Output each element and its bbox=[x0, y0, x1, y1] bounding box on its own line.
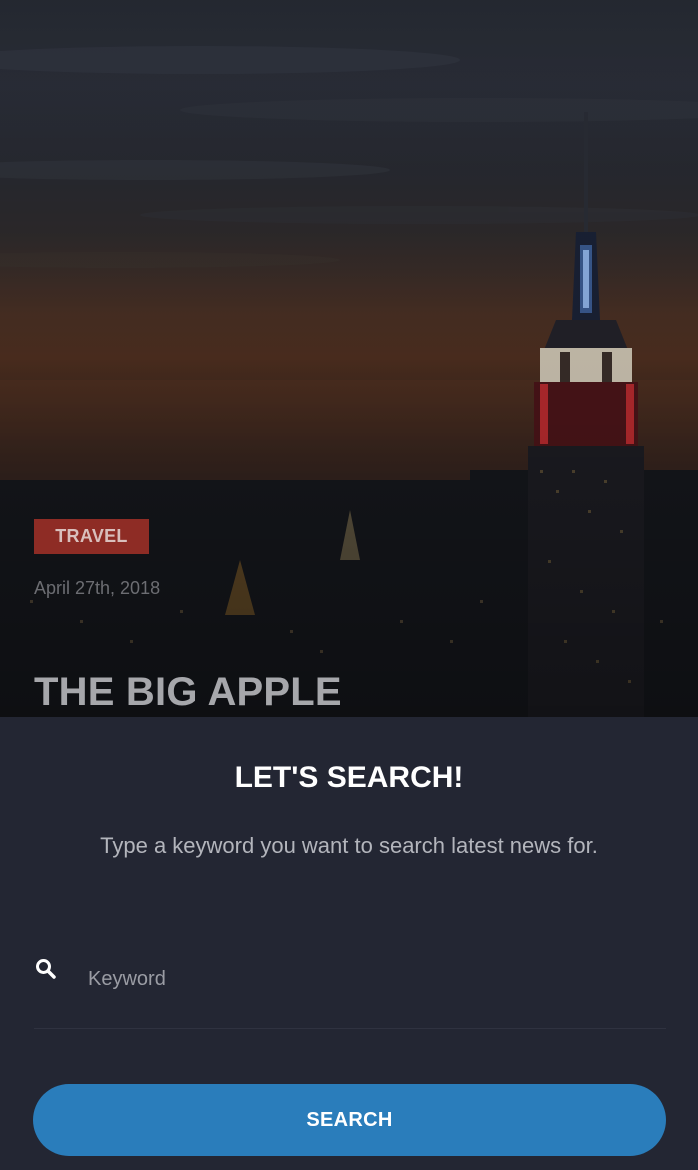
category-badge[interactable]: TRAVEL bbox=[34, 519, 149, 554]
search-field bbox=[34, 945, 666, 1029]
hero-section: TRAVEL April 27th, 2018 THE BIG APPLE bbox=[0, 0, 698, 717]
page: TRAVEL April 27th, 2018 THE BIG APPLE LE… bbox=[0, 0, 698, 1170]
keyword-input[interactable] bbox=[88, 961, 658, 997]
search-heading: LET'S SEARCH! bbox=[234, 761, 464, 794]
search-icon bbox=[34, 957, 58, 981]
post-title[interactable]: THE BIG APPLE bbox=[34, 670, 342, 715]
search-subtitle: Type a keyword you want to search latest… bbox=[100, 833, 598, 858]
search-panel: LET'S SEARCH! Type a keyword you want to… bbox=[0, 717, 698, 1170]
post-date: April 27th, 2018 bbox=[34, 578, 161, 598]
search-button[interactable]: SEARCH bbox=[33, 1084, 666, 1156]
hero-overlay bbox=[0, 0, 698, 717]
